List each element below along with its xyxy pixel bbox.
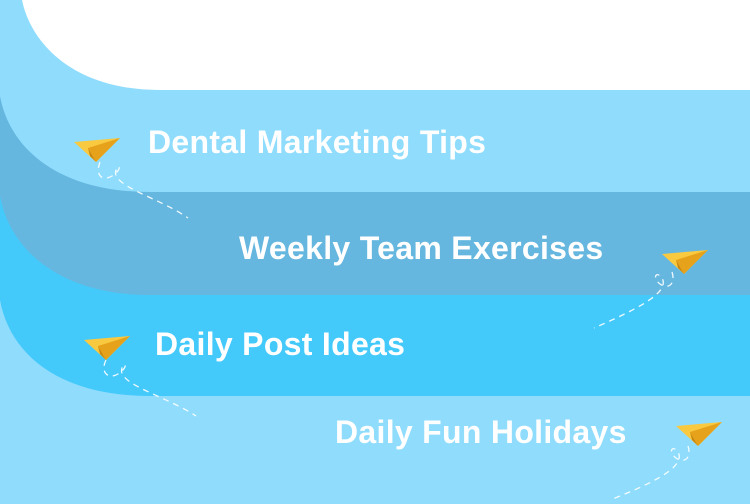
item-label-dental-marketing-tips: Dental Marketing Tips [148,124,487,160]
item-label-daily-post-ideas: Daily Post Ideas [155,326,406,362]
item-label-daily-fun-holidays: Daily Fun Holidays [335,414,627,450]
item-label-weekly-team-exercises: Weekly Team Exercises [239,230,604,266]
